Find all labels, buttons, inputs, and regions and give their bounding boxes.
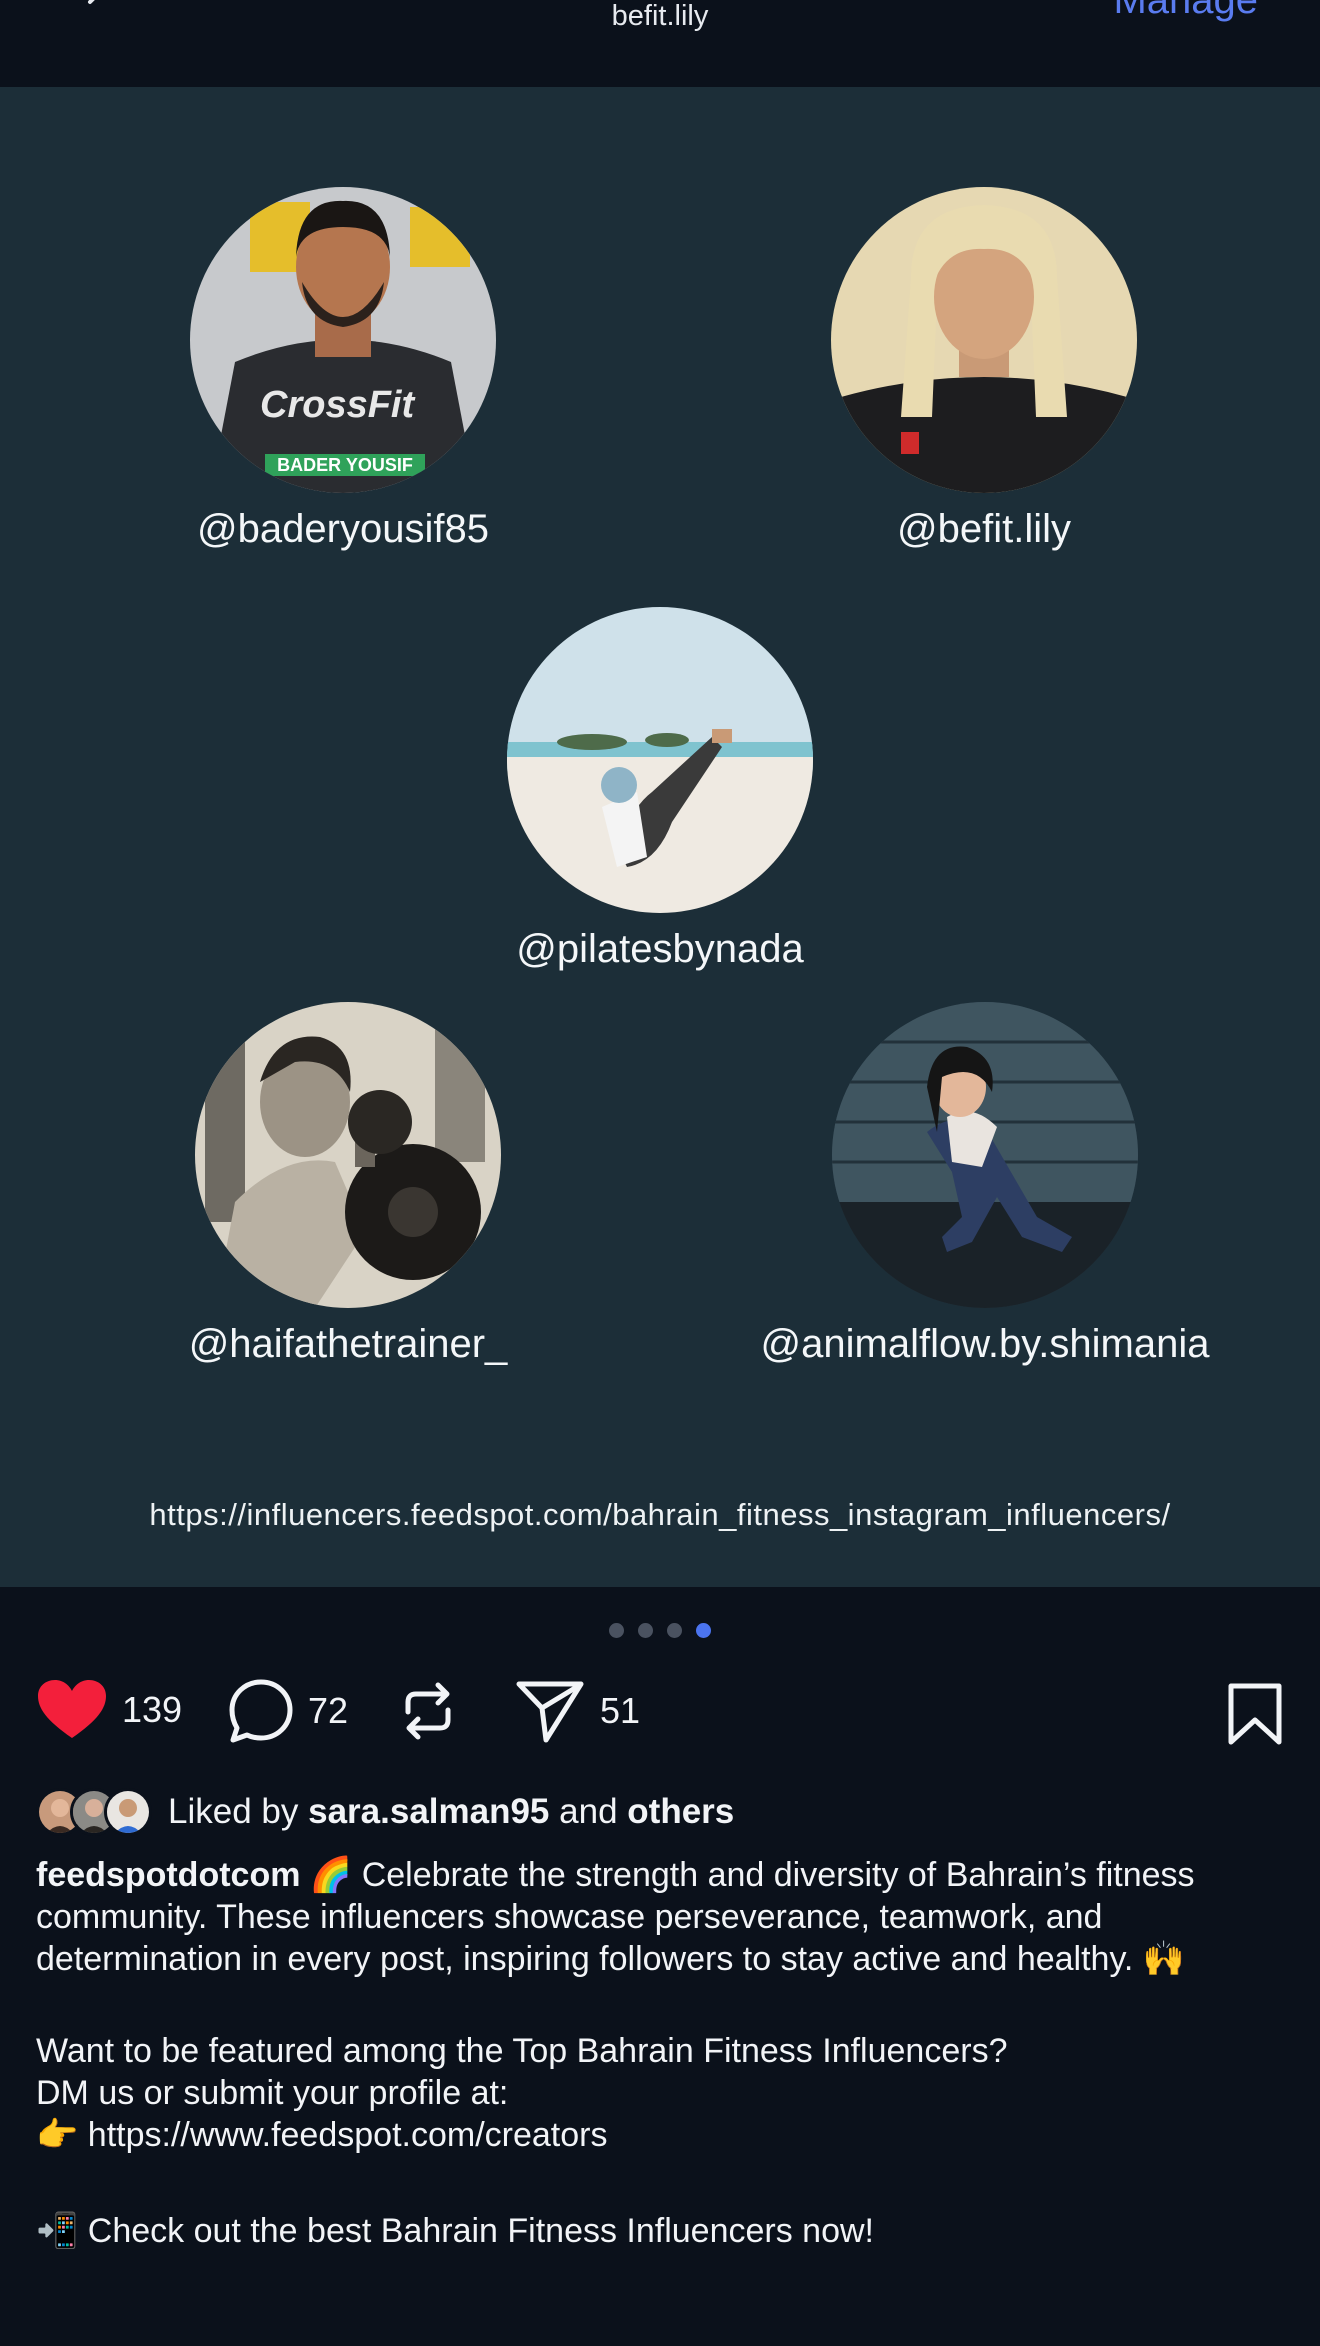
svg-text:CrossFit: CrossFit (260, 384, 415, 426)
profile-card: @animalflow.by.shimania (725, 1002, 1245, 1367)
caption-line: 👉 https://www.feedspot.com/creators (36, 2114, 1286, 2156)
caption-line: 📲 Check out the best Bahrain Fitness Inf… (36, 2210, 1286, 2252)
source-url-text: https://influencers.feedspot.com/bahrain… (149, 1497, 1171, 1532)
caption-cta: Check out the best Bahrain Fitness Influ… (87, 2212, 874, 2250)
share-button[interactable]: 51 (514, 1678, 640, 1744)
profile-handle: @animalflow.by.shimania (760, 1322, 1210, 1366)
caption-paragraph: feedspotdotcom 🌈 Celebrate the strength … (36, 1854, 1286, 1980)
bookmark-icon (1228, 1683, 1282, 1745)
caption-author[interactable]: feedspotdotcom (36, 1856, 300, 1894)
repost-button[interactable] (398, 1678, 458, 1744)
svg-text:BADER YOUSIF: BADER YOUSIF (277, 455, 413, 475)
heart-icon (38, 1680, 106, 1738)
avatar (831, 187, 1137, 493)
avatar (832, 1002, 1138, 1308)
carousel-dot[interactable] (667, 1623, 682, 1638)
action-bar: 139 72 51 (36, 1678, 1284, 1754)
carousel-dot[interactable] (609, 1623, 624, 1638)
liked-by-text: Liked by sara.salman95 and others (168, 1792, 734, 1832)
comment-button[interactable]: 72 (228, 1678, 348, 1744)
manage-button[interactable]: Manage (1113, 0, 1258, 23)
liked-by-and: and (559, 1792, 618, 1831)
share-count: 51 (600, 1690, 641, 1731)
profile-card: @pilatesbynada (460, 607, 860, 972)
caption-line: DM us or submit your profile at: (36, 2074, 509, 2112)
liked-by-user-link[interactable]: sara.salman95 (308, 1792, 549, 1831)
carousel-dot-active[interactable] (696, 1623, 711, 1638)
carousel-dot[interactable] (638, 1623, 653, 1638)
profile-card: CrossFit BADER YOUSIF @baderyousif85 (153, 187, 533, 552)
top-bar: befit.lily Manage (0, 0, 1320, 87)
profile-handle: @befit.lily (897, 507, 1071, 551)
post-caption: feedspotdotcom 🌈 Celebrate the strength … (36, 1854, 1286, 2252)
rainbow-emoji: 🌈 (309, 1856, 353, 1894)
profile-card: @befit.lily (789, 187, 1179, 552)
post-image[interactable]: CrossFit BADER YOUSIF @baderyousif85 @be… (0, 87, 1320, 1587)
pointing-emoji: 👉 (36, 2116, 79, 2154)
comment-count: 72 (308, 1690, 349, 1731)
carousel-indicator (0, 1623, 1320, 1643)
profile-handle: @pilatesbynada (516, 927, 804, 971)
avatar (507, 607, 813, 913)
profile-handle: @haifathetrainer_ (188, 1322, 508, 1366)
liked-by-prefix: Liked by (168, 1792, 299, 1831)
avatar (195, 1002, 501, 1308)
profile-card: @haifathetrainer_ (158, 1002, 538, 1367)
like-count: 139 (122, 1689, 183, 1730)
like-button[interactable]: 139 (36, 1678, 182, 1742)
send-icon (516, 1681, 584, 1743)
profile-handle: @baderyousif85 (197, 507, 489, 551)
liked-by-row[interactable]: Liked by sara.salman95 and others (36, 1788, 734, 1836)
raised-hands-emoji: 🙌 (1142, 1940, 1186, 1978)
caption-line: Want to be featured among the Top Bahrai… (36, 2032, 1008, 2070)
avatar: CrossFit BADER YOUSIF (190, 187, 496, 493)
liked-by-others-link[interactable]: others (627, 1792, 734, 1831)
save-button[interactable] (1226, 1682, 1284, 1751)
avatar (104, 1788, 152, 1836)
repost-icon (405, 1682, 451, 1740)
comment-icon (229, 1679, 293, 1743)
creators-link[interactable]: https://www.feedspot.com/creators (88, 2116, 608, 2154)
phone-emoji: 📲 (36, 2212, 79, 2250)
